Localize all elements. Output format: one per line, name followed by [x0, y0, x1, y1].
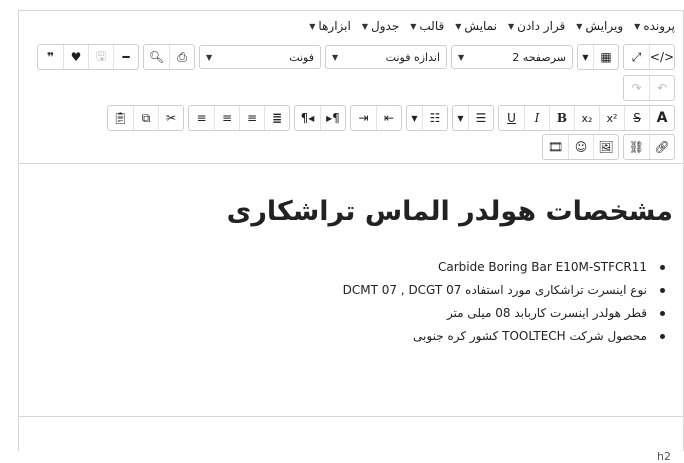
copy-icon[interactable]: ⧉ [133, 106, 158, 130]
paste-icon[interactable]: 📋︎ [108, 106, 133, 130]
blockquote-icon[interactable]: ❞ [38, 45, 63, 69]
list-item: Carbide Boring Bar E10M-STFCR11 [343, 256, 666, 279]
heart-icon[interactable]: ♥ [63, 45, 88, 69]
chevron-down-icon: ▼ [410, 21, 417, 31]
media-group: 🎞︎ ☺ 🖼︎ [542, 134, 619, 160]
menu-file[interactable]: پرونده ▼ [634, 16, 675, 36]
bullet-list-icon[interactable]: ☷ [422, 106, 447, 130]
print-search-group: 🔍︎ ⎙ [143, 44, 195, 70]
source-code-icon[interactable]: </> [649, 45, 674, 69]
underline-icon[interactable]: U [499, 106, 524, 130]
chevron-down-icon: ▼ [206, 52, 213, 62]
chevron-down-icon: ▼ [576, 21, 583, 31]
menu-table-label: جدول [371, 19, 400, 33]
source-fullscreen-group: ⤢ </> [623, 44, 675, 70]
chevron-down-icon: ▼ [507, 21, 515, 31]
emoji-icon[interactable]: ☺ [568, 135, 593, 159]
superscript-icon[interactable]: x² [599, 106, 624, 130]
align-left-icon[interactable]: ≡ [239, 106, 264, 130]
editor-content[interactable]: مشخصات هولدر الماس تراشکاری Carbide Bori… [19, 163, 683, 417]
rtl-icon[interactable]: ¶◂ [295, 106, 320, 130]
align-center-icon[interactable]: ≡ [214, 106, 239, 130]
bold-icon[interactable]: B [549, 106, 574, 130]
menu-insert-label: قرار دادن [517, 19, 566, 33]
menu-view-label: نمایش [464, 19, 497, 33]
ltr-icon[interactable]: ▸¶ [320, 106, 345, 130]
misc-group: ❞ ♥ 🖫 ━ [37, 44, 139, 70]
cut-icon[interactable]: ✂ [158, 106, 183, 130]
font-size-select-value: اندازه فونت [385, 50, 440, 64]
list-item: نوع اینسرت تراشکاری مورد استفاده DCMT 07… [343, 279, 666, 302]
align-right-icon[interactable]: ≡ [189, 106, 214, 130]
italic-icon[interactable]: I [524, 106, 549, 130]
chevron-down-icon[interactable]: ▼ [578, 45, 593, 69]
fullscreen-icon[interactable]: ⤢ [624, 45, 649, 69]
menu-insert[interactable]: قرار دادن ▼ [508, 16, 565, 36]
font-select-value: فونت [289, 50, 314, 64]
text-color-icon[interactable]: A [649, 106, 674, 130]
menu-tools-label: ابزارها [318, 19, 351, 33]
align-group: ≡ ≡ ≡ ≣ [188, 105, 290, 131]
chevron-down-icon: ▼ [455, 21, 462, 31]
menu-file-label: پرونده [643, 19, 675, 33]
menu-format[interactable]: قالب ▼ [410, 16, 444, 36]
image-icon[interactable]: 🖼︎ [593, 135, 618, 159]
chevron-down-icon: ▼ [361, 21, 368, 31]
save-icon[interactable]: 🖫 [88, 45, 113, 69]
toolbar-row-3: U I B x₂ x² S A ▼ ☰ ▼ ☷ ⇥ ⇤ ¶◂ ▸¶ ≡ ≡ ≡ … [103, 105, 675, 131]
toolbar-row-4: ⛓︎ 🔗︎ 🎞︎ ☺ 🖼︎ [538, 134, 675, 160]
format-select[interactable]: سرصفحه 2 ▼ [451, 45, 573, 69]
direction-group: ¶◂ ▸¶ [294, 105, 346, 131]
table-icon[interactable]: ▦ [593, 45, 618, 69]
unlink-icon[interactable]: ⛓︎ [624, 135, 649, 159]
outdent-icon[interactable]: ⇤ [376, 106, 401, 130]
chevron-down-icon: ▼ [332, 52, 339, 62]
search-icon[interactable]: 🔍︎ [144, 45, 169, 69]
menubar: پرونده ▼ ویرایش ▼ قرار دادن ▼ نمایش ▼ قالب ▼ … [309, 16, 675, 36]
menu-view[interactable]: نمایش ▼ [455, 16, 497, 36]
menu-tools[interactable]: ابزارها ▼ [309, 16, 351, 36]
content-list: Carbide Boring Bar E10M-STFCR11 نوع اینس… [343, 256, 666, 348]
table-group: ▼ ▦ [577, 44, 619, 70]
horizontal-rule-icon[interactable]: ━ [113, 45, 138, 69]
video-icon[interactable]: 🎞︎ [543, 135, 568, 159]
redo-icon[interactable]: ↷ [624, 76, 649, 100]
menu-table[interactable]: جدول ▼ [362, 16, 399, 36]
numbered-list-group: ▼ ☰ [452, 105, 494, 131]
content-heading: مشخصات هولدر الماس تراشکاری [226, 196, 673, 227]
indent-group: ⇥ ⇤ [350, 105, 402, 131]
chevron-down-icon[interactable]: ▼ [453, 106, 468, 130]
history-group: ↷ ↶ [623, 75, 675, 101]
menu-edit-label: ویرایش [585, 19, 624, 33]
rich-text-editor: پرونده ▼ ویرایش ▼ قرار دادن ▼ نمایش ▼ قالب ▼ … [18, 10, 684, 463]
chevron-down-icon: ▼ [634, 21, 641, 31]
format-select-value: سرصفحه 2 [512, 50, 566, 64]
link-group: ⛓︎ 🔗︎ [623, 134, 675, 160]
list-item: قطر هولدر اینسرت کاربابد 08 میلی متر [343, 302, 666, 325]
menu-format-label: قالب [419, 19, 445, 33]
undo-icon[interactable]: ↶ [649, 76, 674, 100]
chevron-down-icon: ▼ [458, 52, 465, 62]
toolbar-row-1: ⤢ </> ▼ ▦ سرصفحه 2 ▼ اندازه فونت ▼ فونت ▼ 🔍… [33, 44, 675, 70]
toolbar-row-2: ↷ ↶ [619, 75, 675, 101]
menu-edit[interactable]: ویرایش ▼ [576, 16, 623, 36]
element-path: h2 [657, 450, 671, 463]
print-icon[interactable]: ⎙ [169, 45, 194, 69]
chevron-down-icon[interactable]: ▼ [407, 106, 422, 130]
numbered-list-icon[interactable]: ☰ [468, 106, 493, 130]
chevron-down-icon: ▼ [309, 21, 316, 31]
text-style-group: U I B x₂ x² S A [498, 105, 675, 131]
list-item: محصول شرکت TOOLTECH کشور کره جنوبی [343, 325, 666, 348]
align-justify-icon[interactable]: ≣ [264, 106, 289, 130]
font-select[interactable]: فونت ▼ [199, 45, 321, 69]
indent-icon[interactable]: ⇥ [351, 106, 376, 130]
subscript-icon[interactable]: x₂ [574, 106, 599, 130]
font-size-select[interactable]: اندازه فونت ▼ [325, 45, 447, 69]
strikethrough-icon[interactable]: S [624, 106, 649, 130]
link-icon[interactable]: 🔗︎ [649, 135, 674, 159]
bullet-list-group: ▼ ☷ [406, 105, 448, 131]
clipboard-group: 📋︎ ⧉ ✂ [107, 105, 184, 131]
